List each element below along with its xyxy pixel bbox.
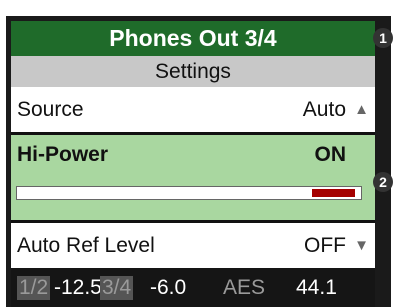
status-ch34-label: 3/4 — [100, 276, 134, 300]
callout-badge-1: 1 — [373, 28, 393, 48]
page-title-text: Phones Out 3/4 — [109, 25, 277, 51]
menu-item-hi-power[interactable]: Hi-Power ON — [11, 135, 375, 220]
page-title: Phones Out 3/4 — [11, 21, 375, 56]
source-label: Source — [17, 97, 84, 121]
hi-power-label: Hi-Power — [17, 143, 109, 166]
callout-2-text: 2 — [379, 174, 387, 190]
lcd-screen: Phones Out 3/4 Settings Source Auto ▲ Hi… — [11, 21, 375, 307]
source-value: Auto — [302, 97, 346, 121]
status-aes-label: AES — [223, 276, 266, 299]
scroll-down-icon[interactable]: ▼ — [354, 237, 369, 254]
hi-power-meter-fill — [312, 189, 355, 197]
auto-ref-level-value: OFF — [304, 233, 346, 257]
section-title-text: Settings — [155, 59, 231, 83]
status-bar: 1/2 -12.5 3/4 -6.0 AES 44.1 — [11, 268, 375, 307]
section-title: Settings — [11, 56, 375, 87]
status-ch12-label: 1/2 — [17, 276, 51, 300]
status-sample-rate: 44.1 — [296, 276, 337, 299]
hi-power-meter — [16, 186, 362, 200]
menu-item-auto-ref-level[interactable]: Auto Ref Level OFF ▼ — [11, 223, 375, 268]
auto-ref-level-label: Auto Ref Level — [17, 233, 155, 257]
status-ch12-value: -12.5 — [54, 276, 102, 299]
menu-item-source[interactable]: Source Auto ▲ — [11, 87, 375, 132]
scroll-up-icon[interactable]: ▲ — [354, 101, 369, 118]
hi-power-value: ON — [314, 143, 347, 166]
status-ch34-value: -6.0 — [150, 276, 187, 299]
callout-1-text: 1 — [379, 30, 387, 46]
callout-badge-2: 2 — [373, 172, 393, 192]
